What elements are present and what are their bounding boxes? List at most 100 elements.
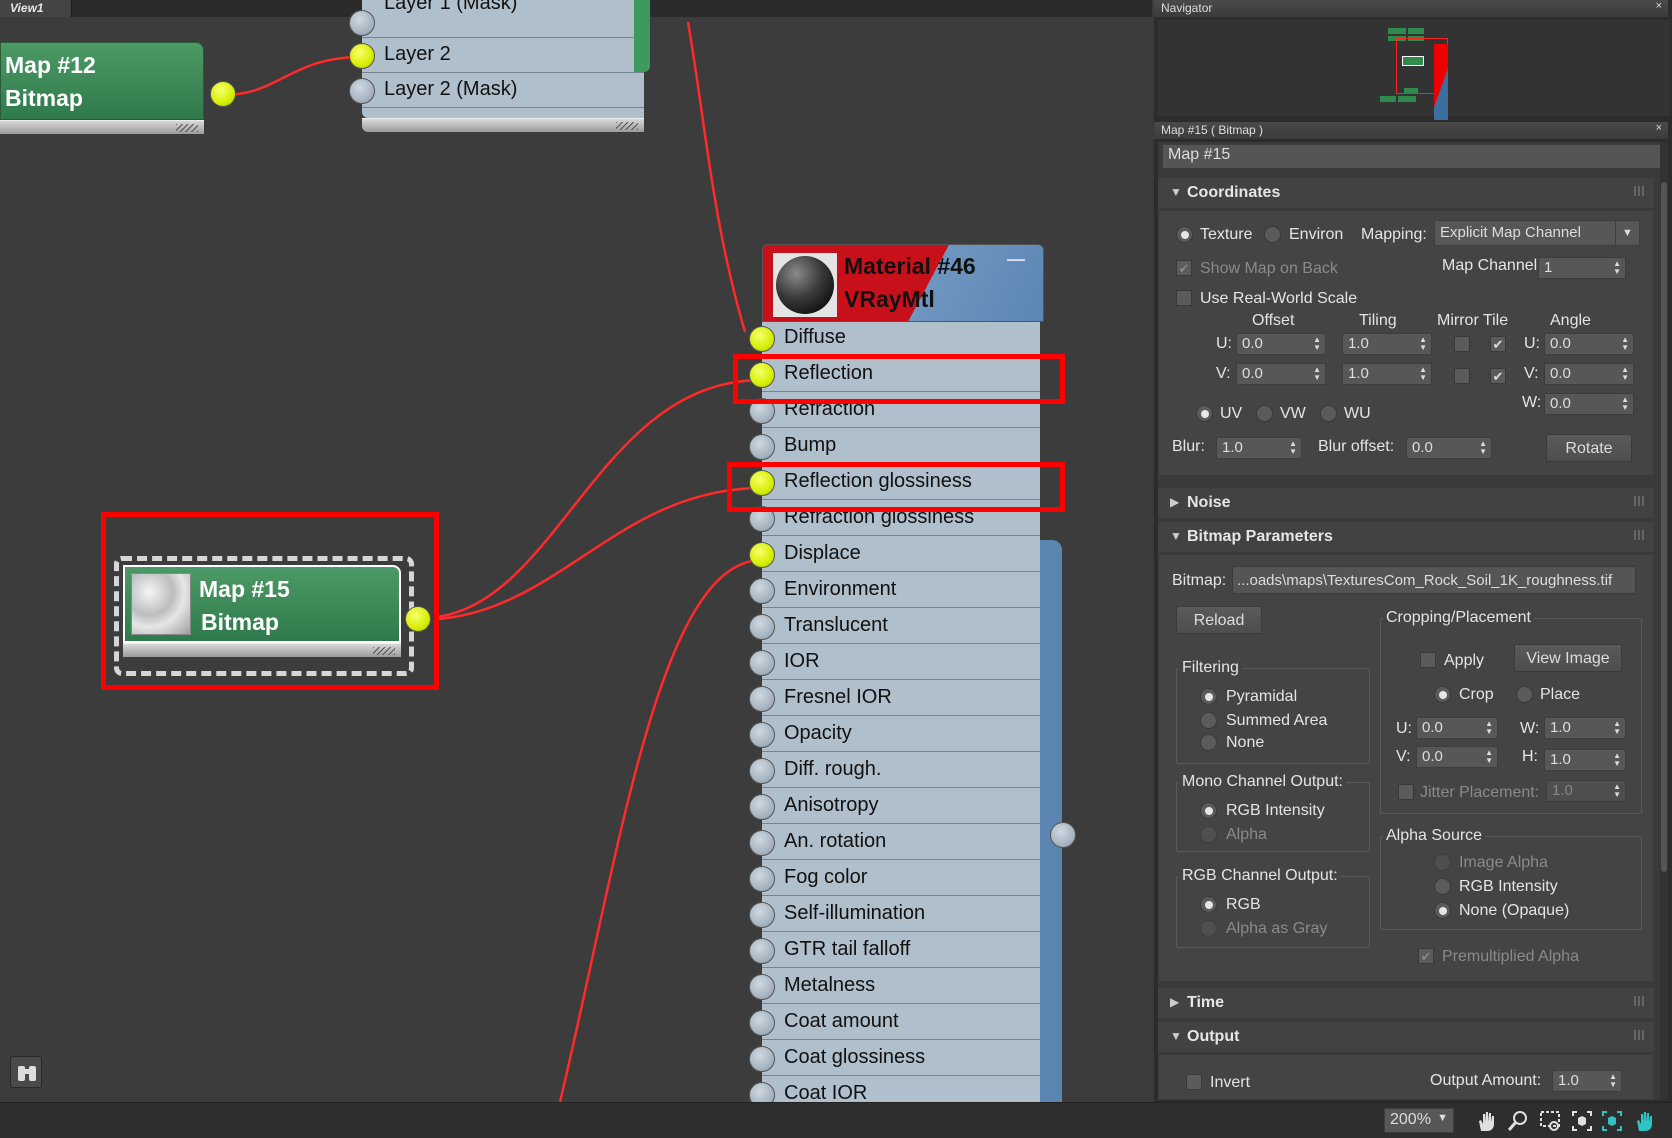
bitmap-path-button[interactable]: ...oads\maps\TexturesCom_Rock_Soil_1K_ro… xyxy=(1232,566,1636,594)
material-slot-port[interactable] xyxy=(749,650,775,676)
node-layer[interactable]: Layer 1 (Mask) Layer 2 Layer 2 (Mask) xyxy=(349,0,650,134)
zoom-dropdown[interactable]: 200% ▼ xyxy=(1384,1108,1454,1133)
material-slot-port[interactable] xyxy=(749,974,775,1000)
checkbox-show-map-on-back[interactable]: ✔ xyxy=(1176,260,1192,276)
radio-pyramidal[interactable] xyxy=(1200,688,1217,705)
radio-alpha-rgb-intensity[interactable] xyxy=(1434,878,1451,895)
output-amount-spinner[interactable]: 1.0 ▲ ▼ xyxy=(1552,1070,1622,1092)
radio-rgb[interactable] xyxy=(1200,896,1217,913)
crop-u-spinner[interactable]: 0.0 ▲ ▼ xyxy=(1416,717,1498,739)
params-scrollbar[interactable] xyxy=(1660,142,1668,1100)
binoculars-icon[interactable] xyxy=(10,1056,42,1088)
angle-u-spinner[interactable]: 0.0 ▲ ▼ xyxy=(1544,333,1634,355)
jitter-spinner[interactable]: 1.0 ▲ ▼ xyxy=(1546,780,1626,802)
material-slot[interactable]: Self-illumination xyxy=(762,898,1040,932)
radio-wu[interactable] xyxy=(1320,405,1337,422)
rotate-button[interactable]: Rotate xyxy=(1546,434,1632,462)
material-slot[interactable]: Opacity xyxy=(762,718,1040,752)
material-slot-port[interactable] xyxy=(749,758,775,784)
node-layer-port-layer1-mask[interactable] xyxy=(349,10,375,36)
checkbox-mirror-v[interactable] xyxy=(1454,368,1470,384)
material-slot-port[interactable] xyxy=(749,938,775,964)
material-slot[interactable]: Anisotropy xyxy=(762,790,1040,824)
material-slot[interactable]: Diffuse xyxy=(762,322,1040,356)
material-slot[interactable]: Displace xyxy=(762,538,1040,572)
crop-w-spinner[interactable]: 1.0 ▲ ▼ xyxy=(1544,717,1626,739)
material-slot[interactable]: IOR xyxy=(762,646,1040,680)
radio-filter-none[interactable] xyxy=(1200,734,1217,751)
node-view[interactable]: View1 Map #12 Bitmap Layer 1 (Mask) Laye… xyxy=(0,0,1152,1102)
tiling-v-spinner[interactable]: 1.0 ▲ ▼ xyxy=(1342,363,1432,385)
node-layer-slot-layer1-mask[interactable]: Layer 1 (Mask) xyxy=(362,0,644,38)
material-slot-port[interactable] xyxy=(749,686,775,712)
params-scrollbar-thumb[interactable] xyxy=(1661,182,1667,872)
pan-hand-icon[interactable] xyxy=(1474,1109,1498,1133)
rollout-coordinates-header[interactable]: ▼ Coordinates xyxy=(1158,178,1654,208)
material-slot-port[interactable] xyxy=(749,830,775,856)
view-tab[interactable]: View1 xyxy=(0,0,72,17)
material-slot-port[interactable] xyxy=(749,578,775,604)
material-slot[interactable]: Diff. rough. xyxy=(762,754,1040,788)
material-slot-port[interactable] xyxy=(749,722,775,748)
material-slot[interactable]: Coat IOR xyxy=(762,1078,1040,1102)
material-slot-port[interactable] xyxy=(749,866,775,892)
checkbox-jitter-placement[interactable] xyxy=(1398,784,1414,800)
material-slot-port[interactable] xyxy=(749,1010,775,1036)
offset-v-spinner[interactable]: 0.0 ▲ ▼ xyxy=(1236,363,1326,385)
material-slot-port[interactable] xyxy=(749,794,775,820)
material-slot[interactable]: Metalness xyxy=(762,970,1040,1004)
node-map12-output-port[interactable] xyxy=(210,81,236,107)
checkbox-premultiplied-alpha[interactable]: ✔ xyxy=(1418,948,1434,964)
radio-summed-area[interactable] xyxy=(1200,712,1217,729)
radio-alpha-as-gray[interactable] xyxy=(1200,920,1217,937)
blur-spinner[interactable]: 1.0 ▲ ▼ xyxy=(1216,437,1302,459)
checkbox-use-real-world-scale[interactable] xyxy=(1176,290,1192,306)
checkbox-tile-u[interactable]: ✔ xyxy=(1490,336,1506,352)
reload-button[interactable]: Reload xyxy=(1176,606,1262,634)
material-slot[interactable]: Coat amount xyxy=(762,1006,1040,1040)
rollout-bitmap-parameters-header[interactable]: ▼ Bitmap Parameters xyxy=(1158,522,1654,552)
material-slot[interactable]: Bump xyxy=(762,430,1040,464)
material-slot-port[interactable] xyxy=(749,1046,775,1072)
material-slot-port[interactable] xyxy=(749,902,775,928)
material-slot[interactable]: Fog color xyxy=(762,862,1040,896)
navigator-close-icon[interactable]: × xyxy=(1656,0,1662,12)
material-slot-port[interactable] xyxy=(749,434,775,460)
crop-v-spinner[interactable]: 0.0 ▲ ▼ xyxy=(1416,746,1498,768)
blur-offset-spinner[interactable]: 0.0 ▲ ▼ xyxy=(1406,437,1492,459)
radio-crop[interactable] xyxy=(1434,686,1451,703)
angle-w-spinner[interactable]: 0.0 ▲ ▼ xyxy=(1544,393,1634,415)
checkbox-mirror-u[interactable] xyxy=(1454,336,1470,352)
material-slot[interactable]: An. rotation xyxy=(762,826,1040,860)
rollout-time-header[interactable]: ▶ Time xyxy=(1158,988,1654,1018)
node-layer-slot-layer2-mask[interactable]: Layer 2 (Mask) xyxy=(362,74,644,108)
checkbox-apply[interactable] xyxy=(1420,652,1436,668)
checkbox-invert[interactable] xyxy=(1186,1074,1202,1090)
material-slot-port[interactable] xyxy=(749,326,775,352)
view-image-button[interactable]: View Image xyxy=(1514,644,1622,672)
node-layer-port-layer2-mask[interactable] xyxy=(349,78,375,104)
frame-selected-icon[interactable] xyxy=(1600,1109,1624,1133)
radio-uv[interactable] xyxy=(1196,405,1213,422)
rollout-noise-header[interactable]: ▶ Noise xyxy=(1158,488,1654,518)
material-slot[interactable]: Fresnel IOR xyxy=(762,682,1040,716)
zoom-region-icon[interactable] xyxy=(1538,1109,1562,1133)
node-layer-slot-layer2[interactable]: Layer 2 xyxy=(362,39,644,73)
radio-mono-alpha[interactable] xyxy=(1200,826,1217,843)
radio-place[interactable] xyxy=(1516,686,1533,703)
pan-to-selected-icon[interactable] xyxy=(1632,1109,1656,1133)
radio-mono-rgb-intensity[interactable] xyxy=(1200,802,1217,819)
node-material-output-port[interactable] xyxy=(1050,822,1076,848)
radio-none-opaque[interactable] xyxy=(1434,902,1451,919)
material-slot[interactable]: Coat glossiness xyxy=(762,1042,1040,1076)
radio-texture[interactable] xyxy=(1176,226,1193,243)
node-map12[interactable]: Map #12 Bitmap xyxy=(0,42,236,146)
radio-vw[interactable] xyxy=(1256,405,1273,422)
material-slot-port[interactable] xyxy=(749,542,775,568)
material-slot[interactable]: Translucent xyxy=(762,610,1040,644)
material-slot[interactable]: Environment xyxy=(762,574,1040,608)
zoom-icon[interactable] xyxy=(1506,1109,1530,1133)
material-slot-port[interactable] xyxy=(749,1082,775,1102)
material-slot[interactable]: GTR tail falloff xyxy=(762,934,1040,968)
rollout-output-header[interactable]: ▼ Output xyxy=(1158,1022,1654,1052)
